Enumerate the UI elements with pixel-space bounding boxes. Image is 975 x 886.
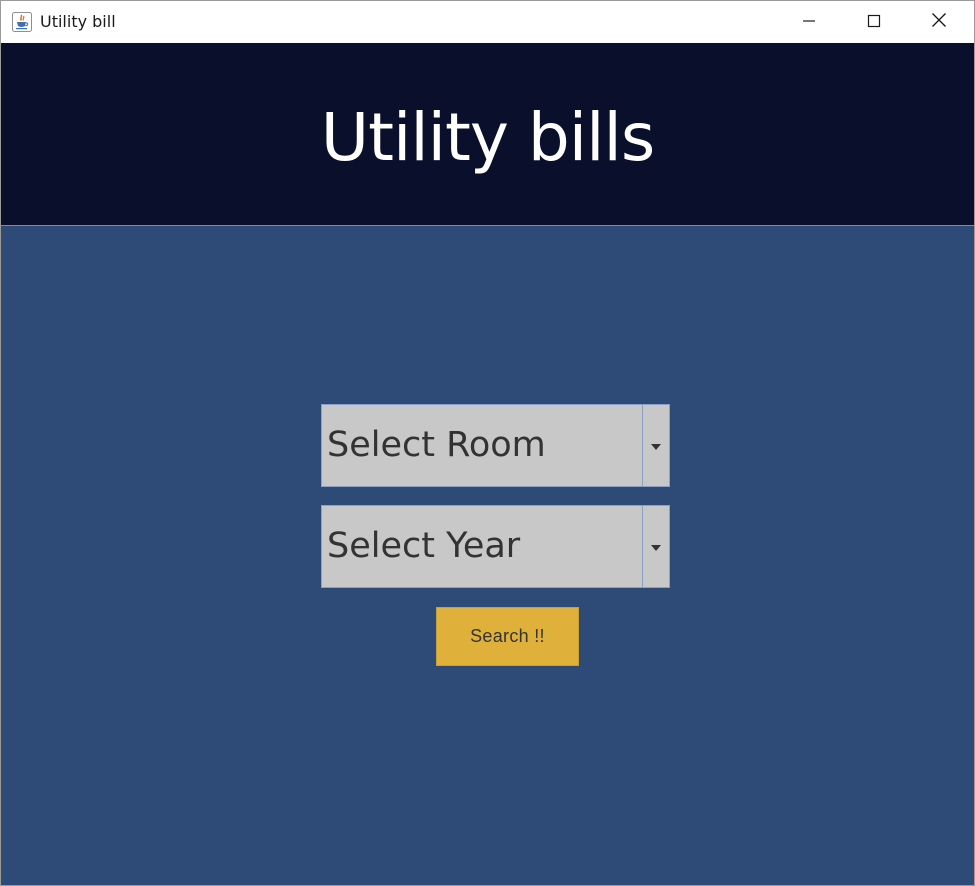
title-bar[interactable]: Utility bill (1, 1, 974, 43)
app-window: Utility bill Utility bills Select Room S… (0, 0, 975, 886)
minimize-button[interactable] (777, 1, 841, 43)
window-title: Utility bill (40, 12, 116, 31)
room-select[interactable]: Select Room (321, 404, 670, 487)
room-select-arrow-button[interactable] (642, 405, 669, 486)
chevron-down-icon (650, 436, 662, 455)
java-app-icon (12, 12, 32, 32)
year-select[interactable]: Select Year (321, 505, 670, 588)
close-icon (931, 12, 947, 32)
maximize-button[interactable] (842, 1, 906, 43)
maximize-icon (867, 13, 881, 32)
close-button[interactable] (907, 1, 971, 43)
room-select-value: Select Room (327, 425, 546, 465)
year-select-value: Select Year (327, 526, 521, 566)
year-select-arrow-button[interactable] (642, 506, 669, 587)
header-banner: Utility bills (1, 43, 974, 226)
page-title: Utility bills (320, 98, 655, 176)
search-button[interactable]: Search !! (436, 607, 579, 666)
minimize-icon (802, 13, 816, 32)
chevron-down-icon (650, 537, 662, 556)
